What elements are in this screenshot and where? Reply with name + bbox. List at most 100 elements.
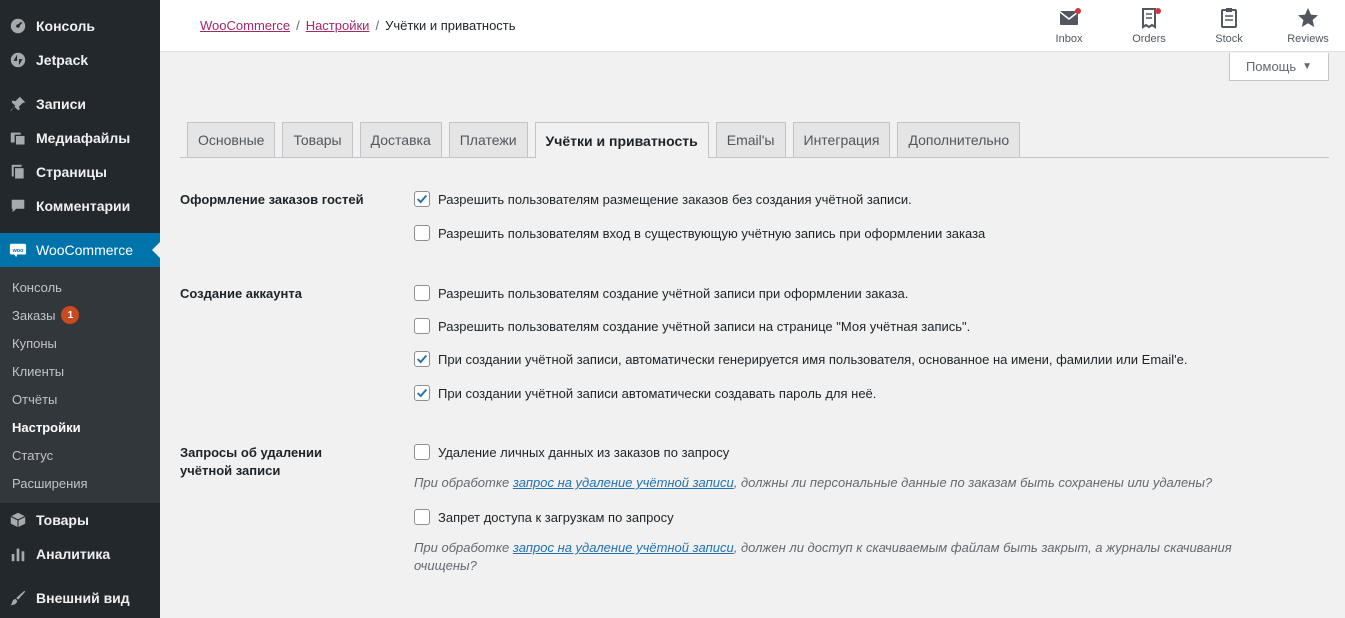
tab-accounts-privacy[interactable]: Учётки и приватность (534, 122, 709, 158)
signup-checkout-option[interactable]: Разрешить пользователям создание учётной… (414, 285, 908, 301)
menu-label: Внешний вид (36, 590, 130, 606)
tab-general[interactable]: Основные (187, 122, 276, 157)
submenu-label: Расширения (12, 475, 88, 491)
pin-icon (8, 94, 28, 114)
woocommerce-icon: woo (8, 240, 28, 260)
menu-label: Товары (36, 512, 89, 528)
breadcrumb: WooCommerce / Настройки / Учётки и приватнос… (200, 18, 516, 33)
checkout-login-option[interactable]: Разрешить пользователям вход в существую… (414, 225, 985, 241)
submenu-label: Купоны (12, 335, 57, 351)
checkbox-unchecked[interactable] (414, 318, 430, 334)
help-label: Помощь (1245, 59, 1297, 74)
activity-reviews[interactable]: Reviews (1278, 6, 1338, 45)
menu-woocommerce[interactable]: woo WooCommerce (0, 233, 160, 267)
menu-posts[interactable]: Записи (0, 87, 160, 121)
section-label: Оформление заказов гостей (180, 192, 364, 207)
activity-inbox[interactable]: Inbox (1039, 6, 1099, 45)
submenu-dashboard[interactable]: Консоль (0, 273, 160, 301)
option-label: Разрешить пользователям создание учётной… (438, 285, 909, 301)
signup-my-account-option[interactable]: Разрешить пользователям создание учётной… (414, 318, 970, 334)
woo-logo-text: woo (12, 248, 24, 254)
menu-dashboard[interactable]: Консоль (0, 9, 160, 43)
generate-password-option[interactable]: При создании учётной записи автоматическ… (414, 385, 876, 401)
submenu-status[interactable]: Статус (0, 441, 160, 469)
breadcrumb-separator: / (296, 18, 300, 33)
menu-label: Аналитика (36, 546, 111, 562)
activity-label: Reviews (1287, 33, 1329, 45)
submenu-label: Заказы (12, 307, 56, 323)
checkbox-unchecked[interactable] (414, 444, 430, 460)
checkmark-icon (416, 194, 428, 204)
tab-shipping[interactable]: Доставка (359, 122, 442, 157)
submenu-customers[interactable]: Клиенты (0, 357, 160, 385)
submenu-label: Статус (12, 447, 54, 463)
erasure-requests-section: Запросы об удалении учётной записи Удале… (180, 444, 1330, 584)
activity-stock[interactable]: Stock (1199, 6, 1259, 45)
option-label: Удаление личных данных из заказов по зап… (438, 444, 730, 460)
option-label: При создании учётной записи автоматическ… (438, 385, 877, 401)
jetpack-icon (8, 50, 28, 70)
inbox-unread-dot (1075, 8, 1081, 14)
submenu-coupons[interactable]: Купоны (0, 329, 160, 357)
guest-checkout-option[interactable]: Разрешить пользователям размещение заказ… (414, 191, 912, 207)
box-icon (8, 510, 28, 530)
checkbox-checked[interactable] (414, 385, 430, 401)
menu-appearance[interactable]: Внешний вид (0, 581, 160, 615)
tab-integration[interactable]: Интеграция (792, 122, 891, 157)
option-label: Разрешить пользователям размещение заказ… (438, 191, 912, 207)
menu-comments[interactable]: Комментарии (0, 189, 160, 223)
clipboard-icon (1221, 8, 1237, 28)
checkmark-icon (416, 388, 428, 398)
checkbox-checked[interactable] (414, 351, 430, 367)
submenu-reports[interactable]: Отчёты (0, 385, 160, 413)
menu-label: Записи (36, 96, 87, 112)
menu-jetpack[interactable]: Jetpack (0, 43, 160, 77)
account-creation-section: Создание аккаунта Разрешить пользователя… (180, 285, 1330, 405)
submenu-orders[interactable]: Заказы 1 (0, 301, 160, 329)
submenu-label: Консоль (12, 279, 62, 295)
section-label: Запросы об удалении учётной записи (180, 445, 323, 478)
checkbox-checked[interactable] (414, 191, 430, 207)
tab-products[interactable]: Товары (282, 122, 353, 157)
menu-label: Комментарии (36, 198, 131, 214)
tab-payments[interactable]: Платежи (448, 122, 528, 157)
option-label: Запрет доступа к загрузкам по запросу (438, 509, 674, 525)
submenu-label: Клиенты (12, 363, 65, 379)
menu-media[interactable]: Медиафайлы (0, 121, 160, 155)
menu-label: Страницы (36, 164, 107, 180)
breadcrumb-settings-link[interactable]: Настройки (306, 18, 370, 33)
orders-count-badge: 1 (61, 306, 80, 324)
brush-icon (8, 588, 28, 608)
erasure-request-link[interactable]: запрос на удаление учётной записи (513, 475, 734, 490)
generate-username-option[interactable]: При создании учётной записи, автоматичес… (414, 351, 1188, 367)
menu-products[interactable]: Товары (0, 503, 160, 537)
erasure-request-link[interactable]: запрос на удаление учётной записи (513, 540, 734, 555)
chart-icon (8, 544, 28, 564)
tab-advanced[interactable]: Дополнительно (897, 122, 1021, 157)
checkbox-unchecked[interactable] (414, 509, 430, 525)
menu-label: Jetpack (36, 52, 89, 68)
activity-label: Orders (1132, 33, 1166, 45)
submenu-settings[interactable]: Настройки (0, 413, 160, 441)
help-button[interactable]: Помощь ▼ (1229, 53, 1329, 81)
activity-label: Inbox (1055, 33, 1083, 45)
description-text: При обработке (414, 540, 513, 555)
submenu-label: Отчёты (12, 391, 58, 407)
breadcrumb-woocommerce-link[interactable]: WooCommerce (200, 18, 290, 33)
menu-analytics[interactable]: Аналитика (0, 537, 160, 571)
erasure-downloads-option[interactable]: Запрет доступа к загрузкам по запросу (414, 509, 674, 525)
description-text: При обработке (414, 475, 513, 490)
erasure-orders-option[interactable]: Удаление личных данных из заказов по зап… (414, 444, 729, 460)
activity-orders[interactable]: Orders (1119, 6, 1179, 45)
settings-tabs: Основные Товары Доставка Платежи Учётки … (180, 122, 1329, 158)
menu-label: Медиафайлы (36, 130, 131, 146)
menu-pages[interactable]: Страницы (0, 155, 160, 189)
checkbox-unchecked[interactable] (414, 225, 430, 241)
checkbox-unchecked[interactable] (414, 285, 430, 301)
tab-emails[interactable]: Email'ы (715, 122, 786, 157)
submenu-extensions[interactable]: Расширения (0, 469, 160, 497)
admin-sidebar: Консоль Jetpack Записи Медиафайлы Страни… (0, 0, 160, 618)
option-label: При создании учётной записи, автоматичес… (438, 351, 1188, 367)
description-text: , должны ли персональные данные по заказ… (733, 475, 1213, 490)
guest-checkout-section: Оформление заказов гостей Разрешить поль… (180, 191, 1330, 251)
